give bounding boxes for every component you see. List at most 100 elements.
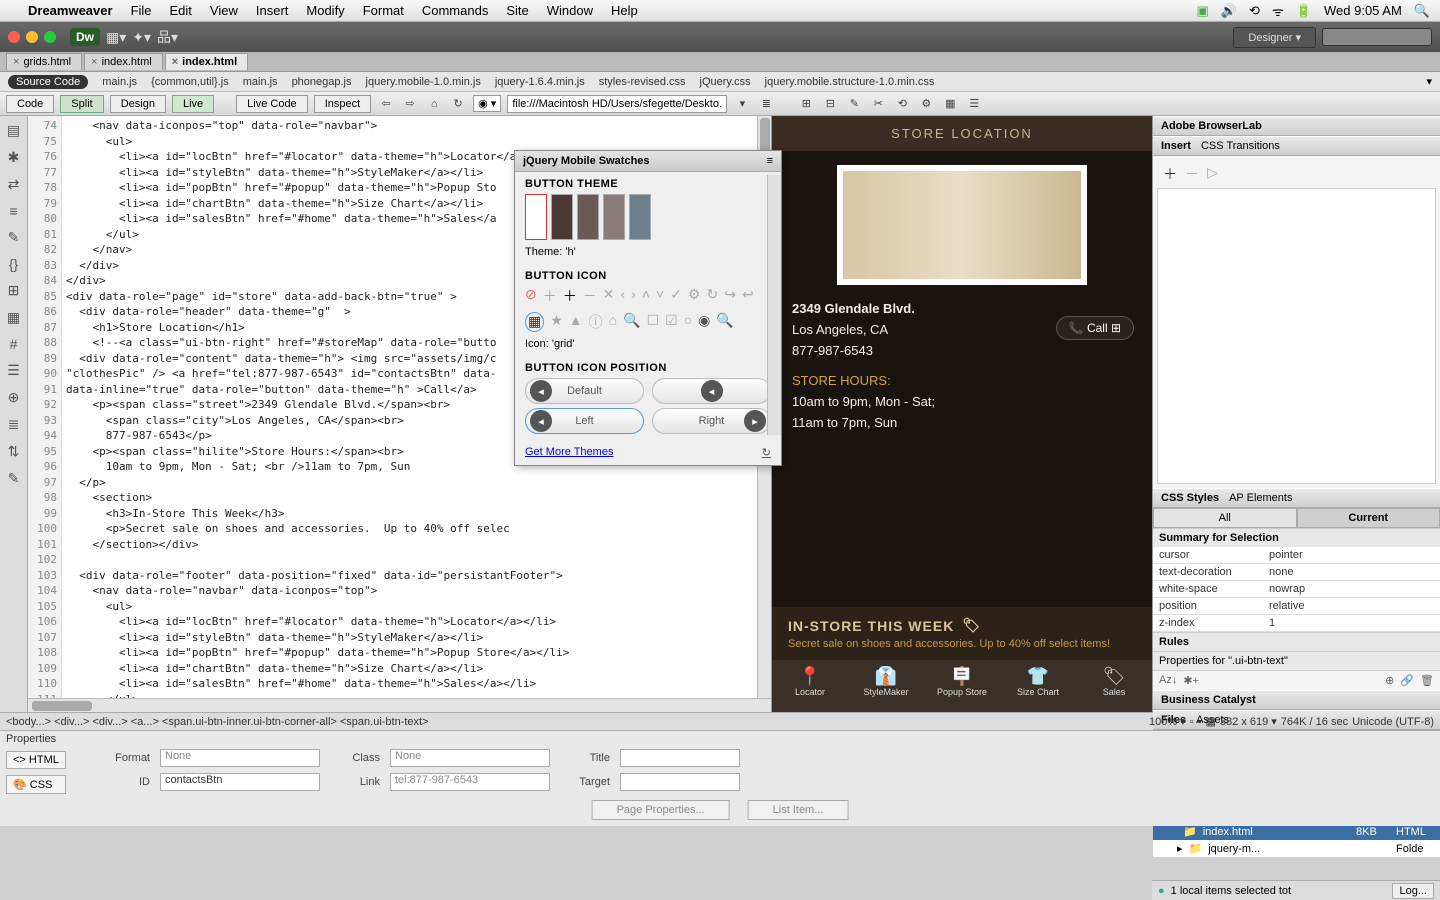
close-icon[interactable]: × (91, 56, 97, 68)
tool-icon[interactable]: ✂ (869, 95, 887, 113)
swatch-scrollbar[interactable] (767, 175, 781, 435)
forward-icon[interactable]: ↪ (724, 286, 736, 306)
search-icon[interactable]: 🔍 (716, 312, 733, 332)
trash-icon[interactable]: 🗑 (1420, 674, 1434, 687)
new-rule-icon[interactable]: ⊕ (1385, 674, 1394, 687)
related-file[interactable]: main.js (102, 76, 137, 88)
format-select[interactable]: None (160, 749, 320, 767)
tool-icon[interactable]: ✱ (8, 149, 20, 166)
home-icon[interactable]: ⌂ (609, 312, 617, 332)
tag-crumbs[interactable]: <body...> <div...> <div...> <a...> <span… (6, 716, 429, 728)
none-icon[interactable]: ⊘ (525, 286, 537, 306)
address-bar[interactable] (507, 95, 727, 113)
grid-icon[interactable]: ▦ (525, 312, 544, 332)
view-split-button[interactable]: Split (60, 95, 103, 113)
css-prop[interactable]: cursor (1159, 549, 1269, 561)
related-file[interactable]: jquery.mobile.structure-1.0.min.css (765, 76, 935, 88)
props-html-button[interactable]: <> HTML (6, 751, 66, 769)
related-file[interactable]: jquery-1.6.4.min.js (495, 76, 585, 88)
title-input[interactable] (620, 749, 740, 767)
tool-icon[interactable]: ≣ (8, 416, 20, 433)
view-design-button[interactable]: Design (110, 95, 166, 113)
check-icon[interactable]: ✓ (670, 286, 682, 306)
doc-tab-0[interactable]: ×grids.html (6, 53, 82, 70)
css-val[interactable]: 1 (1269, 617, 1275, 629)
wifi-icon[interactable]: ᯤ (1272, 2, 1284, 20)
css-current-tab[interactable]: Current (1297, 508, 1440, 528)
filter-icon[interactable]: ▾ (1426, 75, 1432, 88)
tool-icon[interactable]: # (10, 336, 18, 352)
spotlight-icon[interactable]: 🔍 (1414, 3, 1430, 19)
menu-edit[interactable]: Edit (170, 3, 192, 18)
nav-locator[interactable]: 📍Locator (772, 660, 848, 712)
related-file[interactable]: jquery.mobile-1.0.min.js (366, 76, 481, 88)
menu-modify[interactable]: Modify (306, 3, 344, 18)
gear-icon[interactable]: ⚙ (688, 286, 701, 306)
grid-icon[interactable]: ▦ (1206, 715, 1216, 728)
zoom[interactable]: 100% ▾ (1149, 715, 1186, 728)
site-icon[interactable]: 品▾ (157, 27, 178, 47)
call-button[interactable]: 📞 Call ⊞ (1056, 316, 1134, 340)
refresh-icon[interactable]: ↻ (762, 446, 771, 459)
get-themes-link[interactable]: Get More Themes (525, 446, 613, 459)
refresh-icon[interactable]: ↻ (706, 286, 718, 306)
tool-icon[interactable]: {} (9, 256, 18, 272)
insert-list[interactable] (1157, 188, 1436, 484)
plus-icon[interactable]: ＋ (543, 286, 557, 306)
tool-icon[interactable]: ⇄ (8, 176, 20, 193)
pos-right-button[interactable]: Right▸ (652, 408, 771, 434)
pos-notext-button[interactable]: ◂ (652, 378, 771, 404)
css-val[interactable]: relative (1269, 600, 1304, 612)
code-hscroll[interactable] (28, 698, 771, 712)
checkbox-on-icon[interactable]: ☑ (665, 312, 678, 332)
checkbox-off-icon[interactable]: ☐ (647, 312, 660, 332)
theme-swatch[interactable] (525, 194, 547, 240)
right-icon[interactable]: › (631, 286, 636, 306)
panel-ap-elements[interactable]: AP Elements (1229, 492, 1292, 504)
pos-left-button[interactable]: ◂Left (525, 408, 644, 434)
sync-icon[interactable]: ⟲ (1249, 3, 1260, 19)
menu-help[interactable]: Help (611, 3, 638, 18)
tool-icon[interactable]: ⊞ (797, 95, 815, 113)
doc-tab-2[interactable]: ×index.html (165, 53, 248, 70)
close-icon[interactable]: ✕ (603, 286, 615, 306)
tool-icon[interactable]: ⚙ (917, 95, 935, 113)
pos-default-button[interactable]: ◂Default (525, 378, 644, 404)
related-file[interactable]: styles-revised.css (599, 76, 686, 88)
tool-icon[interactable]: ⊟ (821, 95, 839, 113)
log-button[interactable]: Log... (1392, 883, 1434, 899)
jquery-swatches-panel[interactable]: jQuery Mobile Swatches≡ BUTTON THEME The… (514, 150, 782, 466)
tool-icon[interactable]: ▦ (941, 95, 959, 113)
tool-icon[interactable]: ✎ (845, 95, 863, 113)
css-val[interactable]: nowrap (1269, 583, 1305, 595)
panel-browserlab[interactable]: Adobe BrowserLab (1161, 120, 1262, 132)
tool-icon[interactable]: ⊞ (8, 282, 20, 299)
theme-swatch[interactable] (577, 194, 599, 240)
nav-stylemaker[interactable]: 👔StyleMaker (848, 660, 924, 712)
theme-swatch[interactable] (551, 194, 573, 240)
close-icon[interactable]: × (172, 56, 178, 68)
tool-icon[interactable]: ▦ (7, 309, 20, 326)
left-icon[interactable]: ‹ (620, 286, 625, 306)
menu-window[interactable]: Window (547, 3, 593, 18)
tool-icon[interactable]: ⇅ (8, 443, 20, 460)
address-scheme[interactable]: ◉ ▾ (473, 95, 501, 112)
id-input[interactable]: contactsBtn (160, 773, 320, 791)
addr-dropdown-icon[interactable]: ▾ (733, 95, 751, 113)
related-file[interactable]: phonegap.js (292, 76, 352, 88)
workspace-switcher[interactable]: Designer ▾ (1233, 27, 1316, 48)
down-icon[interactable]: ˅ (656, 286, 664, 306)
css-val[interactable]: pointer (1269, 549, 1303, 561)
evernote-icon[interactable]: ▣ (1197, 3, 1209, 19)
home-icon[interactable]: ⌂ (425, 95, 443, 113)
star-icon[interactable]: ★ (550, 312, 563, 332)
tool-icon[interactable]: ✎ (8, 470, 20, 487)
window-close-button[interactable] (8, 31, 20, 43)
menu-file[interactable]: File (131, 3, 152, 18)
css-prop[interactable]: text-decoration (1159, 566, 1269, 578)
related-file[interactable]: jQuery.css (700, 76, 751, 88)
link-css-icon[interactable]: 🔗 (1400, 674, 1414, 687)
extend-icon[interactable]: ✦▾ (132, 29, 151, 46)
info-icon[interactable]: ⓘ (589, 312, 603, 332)
add-icon[interactable]: ＋ (1163, 164, 1177, 184)
